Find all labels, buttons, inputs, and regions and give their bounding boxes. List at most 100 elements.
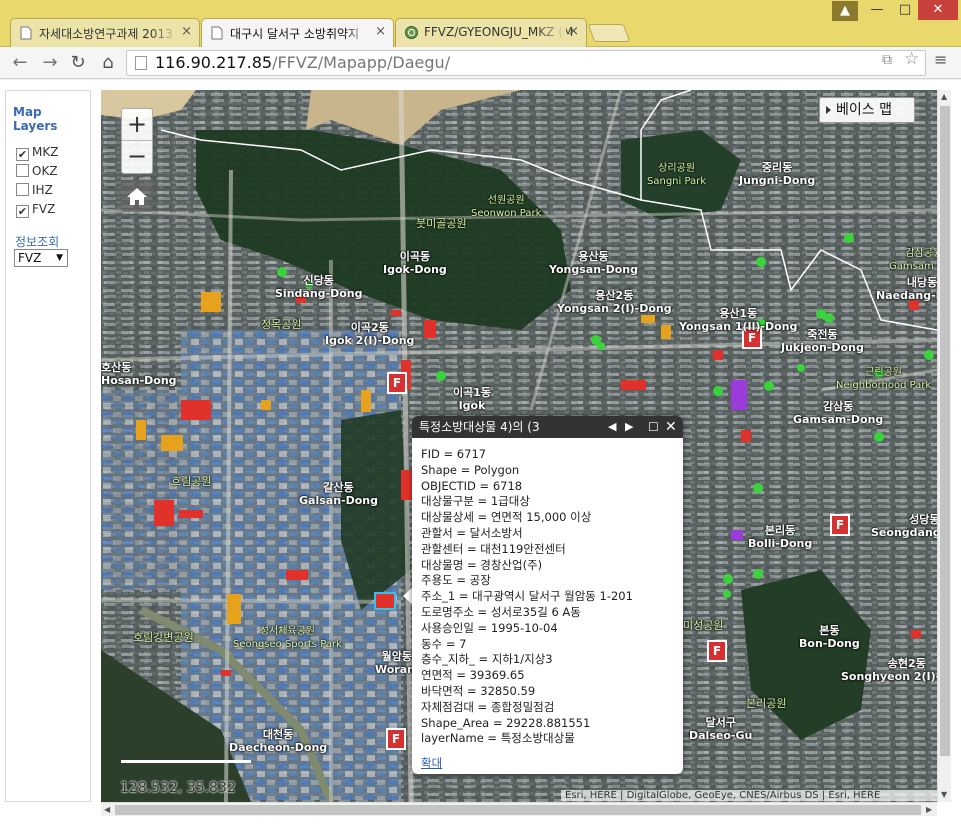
close-icon[interactable]: × xyxy=(568,24,579,39)
layer-ihz[interactable]: IHZ xyxy=(16,183,53,197)
fire-station-icon[interactable]: F xyxy=(707,640,727,662)
checkbox[interactable]: ✔ xyxy=(16,148,29,161)
close-window-button[interactable]: ✕ xyxy=(918,0,958,20)
map-label: 성서체육공원 Seongseo Sports Park xyxy=(233,626,342,650)
popup-title: 특정소방대상물 4)의 (3 xyxy=(419,420,540,434)
new-tab-button[interactable] xyxy=(587,24,631,42)
checkbox[interactable] xyxy=(16,164,29,177)
popup-field: 관할센터 = 대천119안전센터 xyxy=(421,541,566,556)
scroll-right-icon[interactable]: ▶ xyxy=(926,805,932,814)
reload-icon[interactable]: ↻ xyxy=(66,51,90,75)
layer-mkz[interactable]: ✔ MKZ xyxy=(16,145,58,161)
layer-label: FVZ xyxy=(32,202,56,216)
map-label: 용산1동 Yongsan 1(Il)-Dong xyxy=(679,307,798,333)
page: Map Layers ✔ MKZ OKZ IHZ ✔ FVZ 정보조회 FVZ ▼ xyxy=(0,80,961,829)
previous-icon[interactable]: ◀ xyxy=(608,416,616,438)
popup-field: layerName = 특정소방대상물 xyxy=(421,731,575,746)
map-label: 이곡2동 Igok 2(I)-Dong xyxy=(325,321,415,347)
map-label: 갈산동 Galsan-Dong xyxy=(299,481,378,507)
map-label: 본리공원 xyxy=(746,697,787,710)
browser-toolbar: ← → ↻ ⌂ 116.90.217.85/FFVZ/Mapapp/Daegu/… xyxy=(0,47,961,79)
popup-field: 주용도 = 공장 xyxy=(421,573,491,588)
popup-header: 특정소방대상물 4)의 (3 ◀ ▶ ☐ ✕ xyxy=(412,416,683,438)
user-icon[interactable]: ▲ xyxy=(832,1,858,21)
popup-field: OBJECTID = 6718 xyxy=(421,478,523,493)
map-label: 호산동 Hosan-Dong xyxy=(101,361,177,387)
layer-okz[interactable]: OKZ xyxy=(16,164,58,178)
maximize-icon[interactable]: ☐ xyxy=(648,416,659,438)
home-extent-button[interactable] xyxy=(121,180,153,212)
scroll-left-icon[interactable]: ◀ xyxy=(104,805,110,814)
address-bar[interactable]: 116.90.217.85/FFVZ/Mapapp/Daegu/ xyxy=(126,50,926,76)
zoom-out-button[interactable]: − xyxy=(122,141,152,173)
layers-title: Map Layers xyxy=(13,105,58,133)
tab-daegu[interactable]: 대구시 달서구 소방취약지 × xyxy=(201,18,394,47)
scroll-down-icon[interactable]: ▼ xyxy=(941,790,947,799)
page-icon xyxy=(211,26,224,40)
basemap-toggle-button[interactable]: 베이스 맵 xyxy=(819,97,915,123)
map-label: 선원공원 Seonwon Park xyxy=(471,195,542,219)
layer-label: MKZ xyxy=(32,145,59,159)
translate-icon[interactable]: ⧉ xyxy=(882,52,892,68)
layer-fvz[interactable]: ✔ FVZ xyxy=(16,202,55,218)
popup-field: 주소_1 = 대구광역시 달서구 월암동 1-201 xyxy=(421,589,633,604)
map-label: 근린공원 Neighborhood Park xyxy=(836,367,932,391)
popup-field: 바닥면적 = 32850.59 xyxy=(421,683,536,698)
close-icon[interactable]: ✕ xyxy=(665,416,677,438)
star-icon[interactable]: ☆ xyxy=(904,49,919,69)
checkbox[interactable] xyxy=(16,183,29,196)
select-value: FVZ xyxy=(18,251,42,265)
map-view[interactable]: F F F F F 선원공원 Seonwon Park 상리공원 Sangni Pa… xyxy=(101,90,937,802)
popup-field: 사용승인일 = 1995-10-04 xyxy=(421,620,558,635)
fire-station-icon[interactable]: F xyxy=(386,728,406,750)
popup-field: 대상물상세 = 연면적 15,000 이상 xyxy=(421,510,592,525)
next-icon[interactable]: ▶ xyxy=(625,416,633,438)
home-icon[interactable]: ⌂ xyxy=(96,51,120,75)
map-label: 정목공원 xyxy=(261,318,302,331)
popup-field: 도로명주소 = 성서로35길 6 A동 xyxy=(421,604,581,619)
map-label: 죽전동 Jukjeon-Dong xyxy=(781,328,864,354)
popup-field: Shape_Area = 29228.881551 xyxy=(421,715,591,730)
tab-title: 대구시 달서구 소방취약지 xyxy=(230,27,360,41)
map-label: 상리공원 Sangni Park xyxy=(647,163,707,187)
feature-popup: 특정소방대상물 4)의 (3 ◀ ▶ ☐ ✕ FID = 6717 Shape =… xyxy=(412,416,683,774)
scroll-thumb[interactable] xyxy=(940,106,950,756)
scale-bar xyxy=(121,757,251,763)
map-label: 중리동 Jungni-Dong xyxy=(739,161,816,187)
layer-label: OKZ xyxy=(32,164,58,178)
zoom-to-link[interactable]: 확대 xyxy=(421,756,674,772)
zoom-in-button[interactable]: + xyxy=(122,109,152,141)
menu-icon[interactable]: ≡ xyxy=(934,50,947,69)
popup-body: FID = 6717 Shape = Polygon OBJECTID = 6718… xyxy=(412,438,683,772)
popup-field: 층수_지하_ = 지하1/지상3 xyxy=(421,652,553,667)
info-query-select[interactable]: FVZ ▼ xyxy=(14,249,68,267)
map-label: 용산동 Yongsan-Dong xyxy=(549,250,638,276)
popup-field: Shape = Polygon xyxy=(421,462,520,477)
page-icon xyxy=(20,26,33,40)
minimize-button[interactable]: — xyxy=(864,0,890,20)
fire-station-icon[interactable]: F xyxy=(387,372,407,394)
browser-titlebar: 자세대소방연구과제 2013 × 대구시 달서구 소방취약지 × FFVZ/GY… xyxy=(0,0,961,47)
scroll-thumb[interactable] xyxy=(115,805,921,815)
url-host: 116.90.217.85 xyxy=(155,53,273,72)
close-icon[interactable]: × xyxy=(375,24,386,39)
maximize-button[interactable]: □ xyxy=(892,0,918,20)
checkbox[interactable]: ✔ xyxy=(16,205,29,218)
coordinate-readout: 128.532, 35.832 xyxy=(120,780,236,796)
back-arrow-icon[interactable]: ← xyxy=(8,51,32,75)
map-label: 달서구 Dalseo-Gu xyxy=(689,716,753,742)
tab-research[interactable]: 자세대소방연구과제 2013 × xyxy=(10,18,200,47)
popup-field: 자체점검대 = 종합정밀점검 xyxy=(421,699,555,714)
popup-field: 동수 = 7 xyxy=(421,636,467,651)
popup-field: FID = 6717 xyxy=(421,447,487,461)
horizontal-scrollbar[interactable]: ◀ ▶ xyxy=(101,802,937,816)
close-icon[interactable]: × xyxy=(181,24,192,39)
tab-gyeongju[interactable]: FFVZ/GYEONGJU_MKZ (M × xyxy=(395,18,587,47)
vertical-scrollbar[interactable]: ▲ ▼ xyxy=(937,90,951,802)
scroll-up-icon[interactable]: ▲ xyxy=(941,92,947,101)
layer-label: IHZ xyxy=(32,183,53,197)
map-label: 대천동 Daecheon-Dong xyxy=(229,728,328,754)
fire-station-icon[interactable]: F xyxy=(830,514,850,536)
forward-arrow-icon[interactable]: → xyxy=(38,51,62,75)
popup-field: 대상물구분 = 1급대상 xyxy=(421,494,530,509)
